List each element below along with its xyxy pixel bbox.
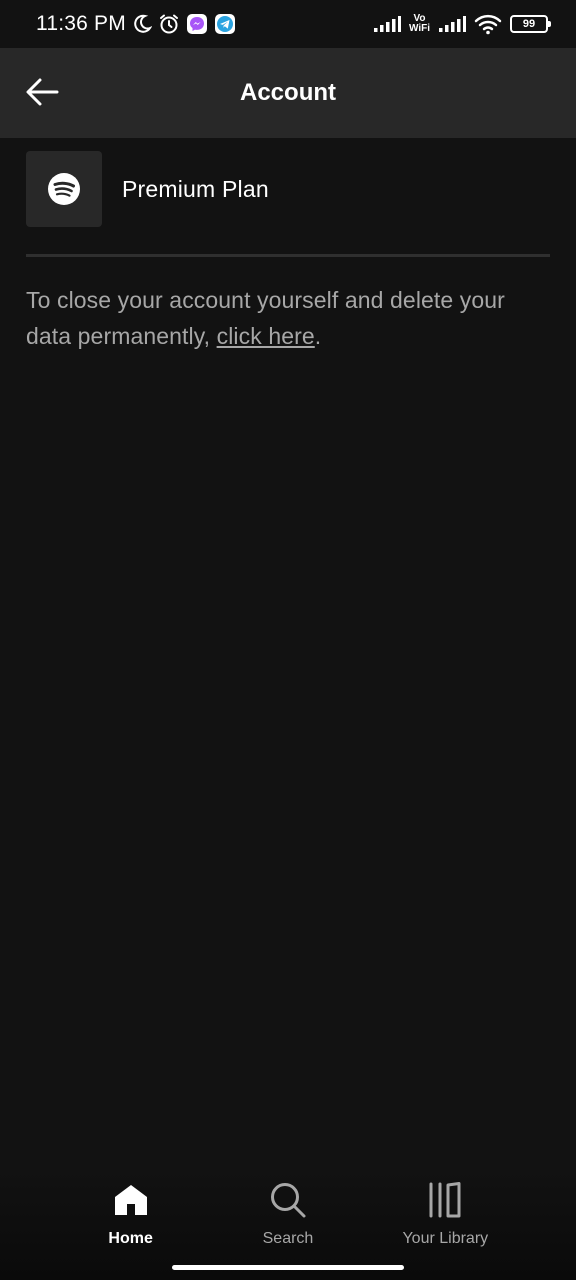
search-icon xyxy=(269,1180,307,1220)
messenger-icon xyxy=(186,13,208,35)
top-app-bar: Account xyxy=(0,48,576,138)
page-title: Account xyxy=(240,79,336,106)
telegram-icon xyxy=(214,13,236,35)
alarm-clock-icon xyxy=(158,13,180,35)
back-button[interactable] xyxy=(24,74,60,110)
status-left: 11:36 PM xyxy=(36,12,236,36)
spotify-logo-icon xyxy=(48,173,80,205)
moon-icon xyxy=(132,14,152,34)
nav-library[interactable]: Your Library xyxy=(385,1180,505,1248)
signal-icon xyxy=(373,15,401,33)
plan-logo-tile xyxy=(26,151,102,227)
home-indicator-bar[interactable] xyxy=(172,1265,404,1270)
bottom-navigation: Home Search Your Library xyxy=(0,1168,576,1280)
arrow-left-icon xyxy=(26,78,59,106)
nav-search[interactable]: Search xyxy=(228,1180,348,1248)
battery-level: 99 xyxy=(522,18,536,30)
divider xyxy=(26,254,550,257)
close-account-link[interactable]: click here xyxy=(217,323,315,349)
close-account-suffix: . xyxy=(314,323,322,349)
battery-indicator: 99 xyxy=(510,15,551,33)
account-screen: 11:36 PM Vo WiFi 99 Account Premium Plan… xyxy=(0,0,576,1280)
wifi-icon xyxy=(474,13,502,35)
premium-plan-row[interactable]: Premium Plan xyxy=(26,150,550,228)
vowifi-label: Vo WiFi xyxy=(409,14,430,34)
signal-icon-secondary xyxy=(438,15,466,33)
nav-search-label: Search xyxy=(262,1230,314,1247)
close-account-text: To close your account yourself and delet… xyxy=(26,282,550,354)
status-bar: 11:36 PM Vo WiFi 99 xyxy=(0,0,576,48)
status-time: 11:36 PM xyxy=(36,12,126,35)
nav-home-label: Home xyxy=(108,1230,153,1247)
library-icon xyxy=(427,1180,463,1220)
home-icon xyxy=(113,1180,149,1220)
plan-name: Premium Plan xyxy=(122,175,269,202)
nav-library-label: Your Library xyxy=(402,1230,489,1247)
nav-home[interactable]: Home xyxy=(71,1180,191,1248)
vowifi-bottom: WiFi xyxy=(408,23,430,34)
status-right: Vo WiFi 99 xyxy=(373,13,551,35)
